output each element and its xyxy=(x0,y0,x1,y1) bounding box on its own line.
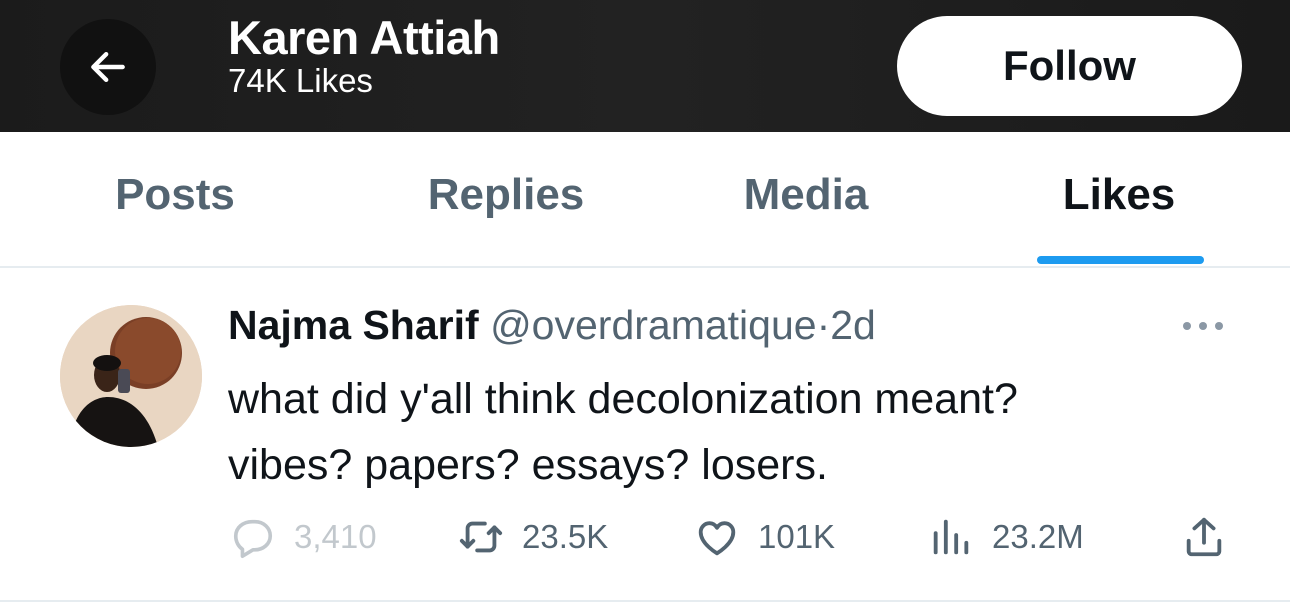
reply-button[interactable]: 3,410 xyxy=(230,512,377,562)
bar-chart-icon xyxy=(933,519,969,555)
tab-media[interactable]: Media xyxy=(744,170,869,220)
post-text-line: vibes? papers? essays? losers. xyxy=(228,441,828,489)
author-handle[interactable]: @overdramatique xyxy=(490,302,817,348)
back-button[interactable] xyxy=(60,19,156,115)
avatar-image xyxy=(60,305,202,447)
arrow-left-icon xyxy=(91,51,125,83)
avatar[interactable] xyxy=(60,305,202,447)
post-author-line: Najma Sharif @overdramatique·2d xyxy=(228,302,876,349)
more-horizontal-icon[interactable] xyxy=(1180,316,1226,336)
views-count: 23.2M xyxy=(992,518,1084,555)
share-button[interactable] xyxy=(1181,512,1227,562)
repost-button[interactable]: 23.5K xyxy=(458,512,608,562)
divider xyxy=(0,266,1290,268)
profile-likes-count: 74K Likes xyxy=(228,62,373,99)
profile-header: Karen Attiah 74K Likes Follow xyxy=(0,0,1290,132)
post-text-line: what did y'all think decolonization mean… xyxy=(228,375,1018,423)
tab-likes[interactable]: Likes xyxy=(1063,170,1176,220)
post-text: what did y'all think decolonization mean… xyxy=(228,366,1238,498)
heart-icon xyxy=(698,521,736,556)
reply-bubble-icon xyxy=(233,519,273,558)
post-time[interactable]: 2d xyxy=(830,302,876,348)
profile-name: Karen Attiah xyxy=(228,11,500,64)
reply-count: 3,410 xyxy=(294,518,377,555)
active-tab-indicator xyxy=(1037,256,1204,264)
repost-count: 23.5K xyxy=(522,518,609,555)
views-button[interactable]: 23.2M xyxy=(928,512,1084,562)
like-button[interactable]: 101K xyxy=(694,512,835,562)
tab-posts[interactable]: Posts xyxy=(115,170,235,220)
share-icon xyxy=(1186,517,1222,557)
like-count: 101K xyxy=(758,518,836,555)
tab-replies[interactable]: Replies xyxy=(428,170,585,220)
separator-dot: · xyxy=(816,302,831,348)
profile-tabs: Posts Replies Media Likes xyxy=(0,132,1290,266)
repost-icon xyxy=(459,521,503,553)
author-name[interactable]: Najma Sharif xyxy=(228,302,479,348)
follow-button[interactable]: Follow xyxy=(897,16,1242,116)
